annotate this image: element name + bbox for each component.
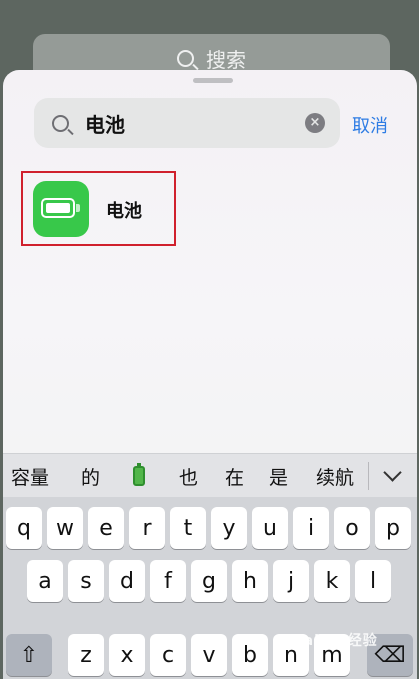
key-x[interactable]: x <box>109 634 145 676</box>
battery-emoji-icon[interactable] <box>133 462 145 486</box>
key-h[interactable]: h <box>232 560 268 602</box>
key-g[interactable]: g <box>191 560 227 602</box>
suggestion-item[interactable]: 续航 <box>316 463 354 490</box>
search-icon <box>52 114 69 132</box>
key-c[interactable]: c <box>150 634 186 676</box>
result-label[interactable]: 电池 <box>106 197 142 223</box>
key-q[interactable]: q <box>6 507 42 549</box>
key-b[interactable]: b <box>232 634 268 676</box>
key-l[interactable]: l <box>355 560 391 602</box>
keyboard-suggestion-bar: 容量 的 也 在 是 续航 <box>3 453 417 498</box>
search-query-text[interactable]: 电池 <box>85 109 125 138</box>
search-icon <box>177 49 194 67</box>
key-s[interactable]: s <box>68 560 104 602</box>
shift-key[interactable]: ⇧ <box>6 634 52 676</box>
key-w[interactable]: w <box>47 507 83 549</box>
watermark: Baidu 经验 <box>292 633 378 649</box>
key-k[interactable]: k <box>314 560 350 602</box>
cancel-button[interactable]: 取消 <box>352 112 388 138</box>
search-input[interactable]: 电池 × <box>34 98 340 148</box>
key-y[interactable]: y <box>211 507 247 549</box>
search-sheet: 电池 × 取消 电池 容量 的 也 在 是 续航 q w e r t y u i… <box>3 70 417 679</box>
key-j[interactable]: j <box>273 560 309 602</box>
search-result-battery[interactable]: 电池 <box>21 171 176 246</box>
suggestion-item[interactable]: 的 <box>81 463 100 490</box>
suggestion-item[interactable]: 在 <box>225 463 244 490</box>
suggestion-item[interactable]: 是 <box>269 463 288 490</box>
key-e[interactable]: e <box>88 507 124 549</box>
chevron-down-icon[interactable] <box>383 463 402 482</box>
key-a[interactable]: a <box>27 560 63 602</box>
key-u[interactable]: u <box>252 507 288 549</box>
shift-icon: ⇧ <box>19 642 39 668</box>
background-search-label: 搜索 <box>206 47 246 72</box>
clear-icon[interactable]: × <box>305 113 325 133</box>
sheet-grabber[interactable] <box>193 78 233 83</box>
key-d[interactable]: d <box>109 560 145 602</box>
keyboard: q w e r t y u i o p a s d f g h j k l ⇧ … <box>3 497 417 679</box>
battery-icon <box>41 198 75 218</box>
suggestion-item[interactable]: 也 <box>179 463 198 490</box>
key-v[interactable]: v <box>191 634 227 676</box>
key-r[interactable]: r <box>129 507 165 549</box>
battery-app-icon[interactable] <box>33 181 89 237</box>
suggestion-item[interactable]: 容量 <box>11 463 49 490</box>
key-i[interactable]: i <box>293 507 329 549</box>
key-z[interactable]: z <box>68 634 104 676</box>
key-p[interactable]: p <box>375 507 411 549</box>
delete-icon: ⌫ <box>374 642 406 668</box>
divider <box>368 462 369 490</box>
key-f[interactable]: f <box>150 560 186 602</box>
key-o[interactable]: o <box>334 507 370 549</box>
key-t[interactable]: t <box>170 507 206 549</box>
